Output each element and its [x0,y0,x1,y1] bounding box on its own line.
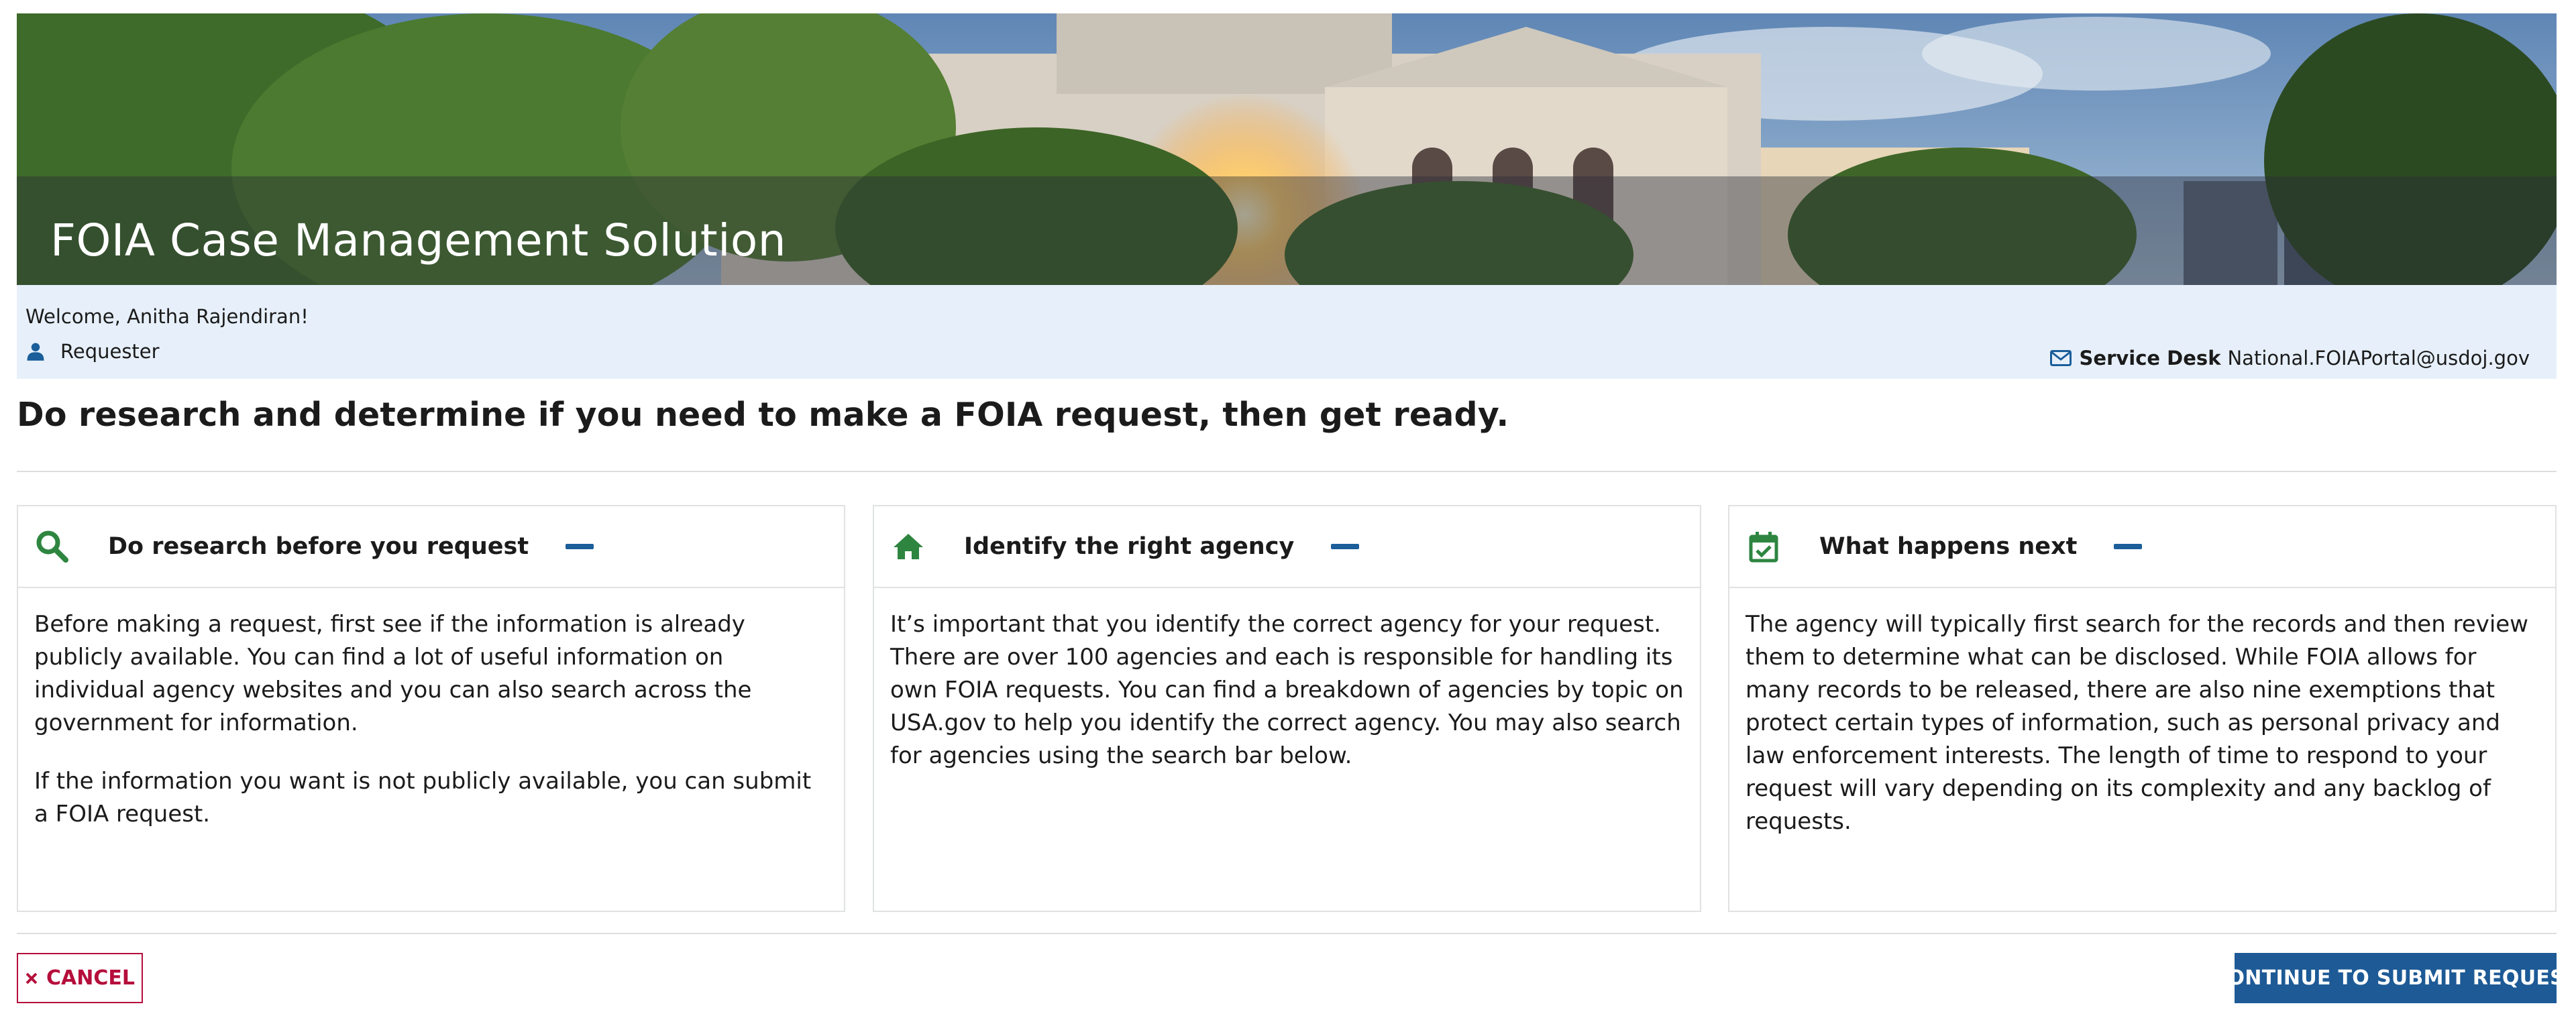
divider [17,933,2557,934]
close-icon [25,972,38,984]
user-role-label: Requester [60,340,160,363]
page-heading: Do research and determine if you need to… [17,396,1509,434]
card-research: Do research before you request Before ma… [17,505,845,912]
card-paragraph: The agency will typically first search f… [1746,611,2528,835]
card-header[interactable]: Identify the right agency [874,506,1700,588]
collapse-toggle-icon[interactable] [566,544,594,549]
card-body: The agency will typically first search f… [1729,588,2555,838]
service-desk-email-link[interactable]: National.FOIAPortal@usdoj.gov [2227,347,2530,369]
card-body: Before making a request, first see if th… [18,588,844,831]
calendar-check-icon [1749,532,1778,563]
header-banner: FOIA Case Management Solution [17,13,2557,285]
card-title: What happens next [1819,533,2078,560]
welcome-message: Welcome, Anitha Rajendiran! [25,305,309,328]
home-icon [894,534,923,559]
app-title: FOIA Case Management Solution [50,215,787,266]
card-paragraph: It’s important that you identify the cor… [890,611,1684,769]
divider [17,471,2557,472]
user-bar: Welcome, Anitha Rajendiran! Requester Se… [17,285,2557,379]
card-header[interactable]: Do research before you request [18,506,844,588]
user-role: Requester [25,340,160,363]
card-what-happens-next: What happens next The agency will typica… [1728,505,2557,912]
card-paragraph: If the information you want is not publi… [34,768,812,828]
collapse-toggle-icon[interactable] [2114,544,2143,549]
cancel-button-label: CANCEL [46,966,135,990]
service-desk: Service Desk National.FOIAPortal@usdoj.g… [2049,347,2530,369]
card-body: It’s important that you identify the cor… [874,588,1700,773]
card-header[interactable]: What happens next [1729,506,2555,588]
card-title: Identify the right agency [964,533,1295,560]
card-title: Do research before you request [108,533,529,560]
service-desk-label: Service Desk [2079,347,2221,369]
continue-to-submit-request-button[interactable]: CONTINUE TO SUBMIT REQUEST [2212,953,2576,1003]
continue-button-label: CONTINUE TO SUBMIT REQUEST [2212,966,2576,990]
card-paragraph: Before making a request, first see if th… [34,611,752,736]
collapse-toggle-icon[interactable] [1331,544,1360,549]
cancel-button[interactable]: CANCEL [17,953,143,1003]
mail-icon [2049,350,2072,366]
person-icon [27,343,44,361]
search-icon [36,530,68,563]
card-identify-agency: Identify the right agency It’s important… [873,505,1701,912]
